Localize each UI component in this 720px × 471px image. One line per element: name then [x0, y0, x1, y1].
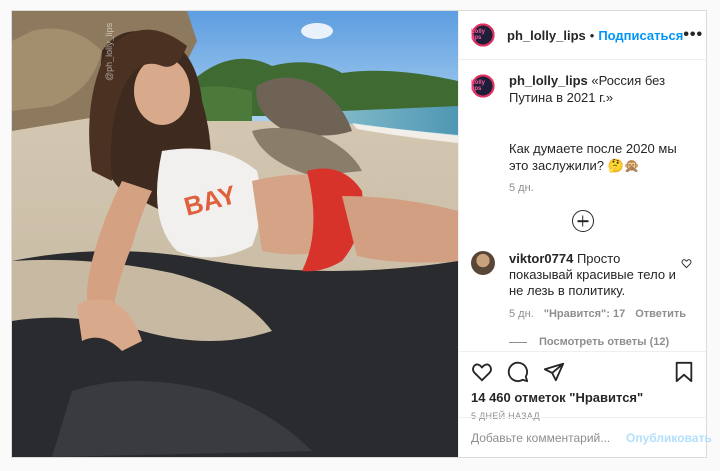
heart-icon[interactable]	[471, 361, 493, 383]
comment-input[interactable]	[471, 430, 626, 445]
view-replies-label: Посмотреть ответы (12)	[539, 336, 670, 348]
header-separator: •	[589, 27, 595, 43]
comment-body: viktor0774 Просто показывай красивые тел…	[509, 251, 684, 299]
caption-time: 5 дн.	[509, 182, 534, 194]
photo-watermark: @ph_lolly_lips	[104, 22, 114, 81]
caption-username[interactable]: ph_lolly_lips	[509, 73, 588, 88]
plus-circle-icon[interactable]	[571, 210, 594, 232]
comment-row: viktor0774 Просто показывай красивые тел…	[471, 251, 694, 299]
comment-likes[interactable]: "Нравится": 17	[544, 308, 625, 320]
comment-item: viktor0774 Просто показывай красивые тел…	[471, 251, 694, 348]
action-icons	[471, 358, 694, 386]
author-username[interactable]: ph_lolly_lips	[507, 28, 586, 43]
commenter-avatar[interactable]	[471, 251, 495, 275]
post-sidebar: Lolly lips ph_lolly_lips • Подписаться •…	[458, 11, 712, 457]
add-comment-bar: Опубликовать	[459, 417, 712, 457]
post-photo[interactable]: BAY @ph_lolly_lips	[12, 11, 458, 457]
avatar-logo-text: Lolly lips	[471, 80, 486, 92]
post-card: BAY @ph_lolly_lips Lolly lips ph_lolly_l…	[11, 10, 712, 458]
author-avatar[interactable]: Lolly lips	[471, 23, 495, 47]
view-replies-button[interactable]: Посмотреть ответы (12)	[509, 336, 694, 348]
actions-bar: 14 460 отметок "Нравится" 5 ДНЕЙ НАЗАД	[459, 351, 706, 421]
publish-button[interactable]: Опубликовать	[626, 431, 712, 445]
comments-section[interactable]: Lolly lips ph_lolly_lips «Россия без Пут…	[459, 60, 706, 351]
caption-header: ph_lolly_lips «Россия без Путина в 2021 …	[509, 72, 694, 106]
comment-time: 5 дн.	[509, 308, 534, 320]
likes-count[interactable]: 14 460 отметок "Нравится"	[471, 390, 694, 405]
bookmark-icon[interactable]	[674, 361, 694, 383]
avatar-logo-text: Lolly lips	[471, 29, 486, 41]
follow-button[interactable]: Подписаться	[598, 28, 683, 43]
comment-icon[interactable]	[507, 361, 529, 383]
comment-meta: 5 дн. "Нравится": 17 Ответить	[509, 308, 694, 320]
caption-body: Как думаете после 2020 мы это заслужили?…	[509, 141, 677, 173]
replies-divider-line	[509, 341, 527, 343]
commenter-username[interactable]: viktor0774	[509, 251, 573, 266]
reply-button[interactable]: Ответить	[635, 308, 686, 320]
caption-avatar[interactable]: Lolly lips	[471, 74, 495, 98]
caption-row: Lolly lips ph_lolly_lips «Россия без Пут…	[471, 72, 694, 106]
post-header: Lolly lips ph_lolly_lips • Подписаться •…	[459, 11, 706, 60]
more-options-icon[interactable]: •••	[683, 26, 703, 44]
share-icon[interactable]	[543, 361, 565, 383]
beach-photo-illustration: BAY @ph_lolly_lips	[12, 11, 458, 457]
small-heart-icon[interactable]	[681, 258, 692, 269]
